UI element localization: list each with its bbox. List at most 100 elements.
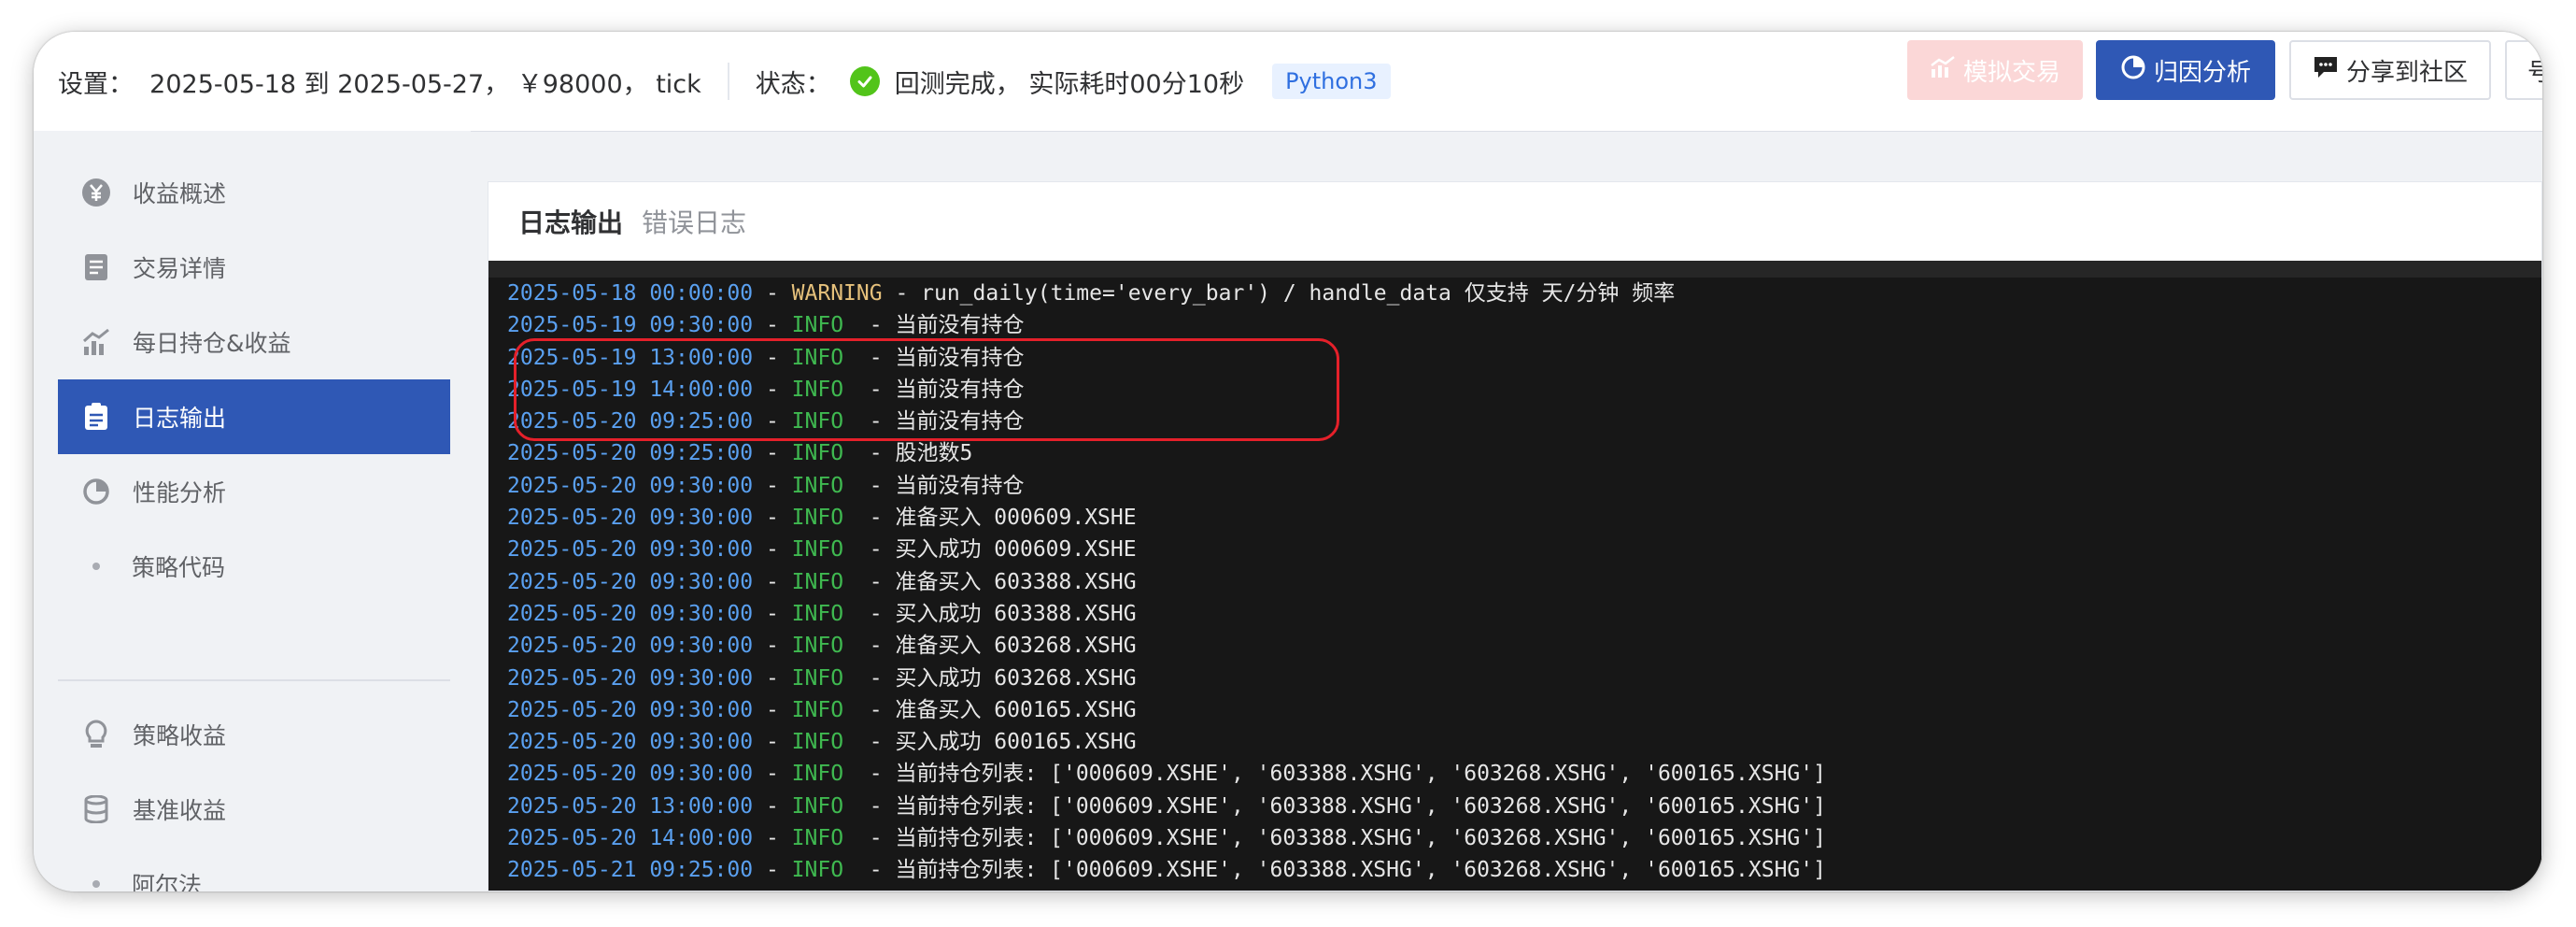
sidebar-item-daily-positions[interactable]: 每日持仓&收益 [58, 305, 450, 379]
status-label: 状态： [755, 69, 831, 99]
attribution-analysis-label: 归因分析 [2153, 58, 2251, 87]
log-timestamp: 2025-05-20 13:00:00 [507, 793, 754, 819]
log-timestamp: 2025-05-20 09:30:00 [507, 537, 754, 563]
log-separator: - [753, 313, 792, 338]
log-timestamp: 2025-05-20 09:30:00 [507, 665, 754, 691]
log-line: 2025-05-20 09:30:00 - INFO - 买入成功 000609… [507, 534, 2541, 565]
app-window: 设置： 2025-05-18 到 2025-05-27， ￥98000， tic… [34, 32, 2542, 891]
log-level: INFO [791, 345, 844, 370]
tab-log-output[interactable]: 日志输出 [518, 203, 623, 240]
log-message: 买入成功 000609.XSHE [895, 537, 1137, 563]
sidebar-item-label: 每日持仓&收益 [133, 330, 291, 357]
log-separator: - [843, 569, 896, 594]
sidebar-item-label: 策略代码 [132, 554, 226, 581]
log-separator: - [843, 697, 896, 722]
log-separator: - [843, 345, 896, 370]
log-line: 2025-05-20 09:30:00 - INFO - 准备买入 600165… [507, 694, 2541, 726]
log-message: 当前持仓列表: ['000609.XSHE', '603388.XSHG', '… [895, 826, 1826, 851]
log-separator: - [753, 730, 792, 755]
log-separator: - [753, 441, 792, 466]
log-line: 2025-05-20 09:25:00 - INFO - 股池数5 [507, 437, 2541, 469]
log-level: INFO [791, 762, 844, 787]
sidebar-item-trade-details[interactable]: 交易详情 [58, 230, 450, 305]
simulate-trading-label: 模拟交易 [1962, 58, 2060, 87]
sidebar-item-strategy-return[interactable]: 策略收益 [58, 697, 450, 772]
log-timestamp: 2025-05-20 09:30:00 [507, 634, 754, 659]
log-line: 2025-05-20 13:00:00 - INFO - 当前持仓列表: ['0… [507, 791, 2541, 822]
sidebar-item-strategy-code[interactable]: 策略代码 [58, 529, 450, 604]
log-message: run_daily(time='every_bar') / handle_dat… [921, 281, 1676, 306]
log-level: INFO [791, 537, 844, 563]
yen-circle-icon [80, 177, 112, 208]
log-level: INFO [791, 601, 844, 626]
log-line: 2025-05-19 09:30:00 - INFO - 当前没有持仓 [507, 309, 2541, 341]
log-line: 2025-05-18 00:00:00 - WARNING - run_dail… [507, 278, 2541, 309]
log-level: INFO [791, 793, 844, 819]
log-separator: - [753, 281, 792, 306]
more-button[interactable]: 号 [2505, 40, 2542, 100]
log-separator: - [753, 345, 792, 370]
sidebar-item-label: 性能分析 [133, 479, 227, 506]
log-timestamp: 2025-05-20 09:30:00 [507, 473, 754, 498]
log-timestamp: 2025-05-21 09:25:00 [507, 858, 754, 883]
sidebar-item-alpha[interactable]: 阿尔法 [58, 847, 450, 891]
log-line: 2025-05-20 09:25:00 - INFO - 当前没有持仓 [507, 406, 2541, 437]
sidebar-item-label: 基准收益 [133, 797, 227, 824]
sidebar-item-log-output[interactable]: 日志输出 [58, 379, 450, 454]
language-badge: Python3 [1272, 64, 1391, 99]
sidebar-item-performance-analysis[interactable]: 性能分析 [58, 454, 450, 529]
log-level: INFO [791, 441, 844, 466]
check-circle-icon [849, 66, 880, 96]
log-line: 2025-05-20 09:30:00 - INFO - 准备买入 000609… [507, 502, 2541, 534]
log-timestamp: 2025-05-19 14:00:00 [507, 377, 754, 402]
log-separator: - [843, 762, 896, 787]
log-level: INFO [791, 473, 844, 498]
log-panel: 日志输出 错误日志 2025-05-18 00:00:00 - WARNING … [488, 181, 2542, 891]
log-separator: - [753, 377, 792, 402]
log-separator: - [753, 601, 792, 626]
log-separator: - [753, 826, 792, 851]
attribution-analysis-button[interactable]: 归因分析 [2096, 40, 2275, 100]
log-level: INFO [791, 313, 844, 338]
sidebar-item-benchmark-return[interactable]: 基准收益 [58, 772, 450, 847]
sidebar-item-return-overview[interactable]: 收益概述 [58, 155, 450, 230]
log-separator: - [753, 793, 792, 819]
log-level: INFO [791, 634, 844, 659]
log-level: INFO [791, 409, 844, 435]
dot-icon [92, 563, 100, 570]
dot-icon [92, 880, 100, 888]
trend-chart-icon [1930, 55, 1956, 85]
log-separator: - [843, 793, 896, 819]
log-timestamp: 2025-05-20 09:30:00 [507, 601, 754, 626]
log-separator: - [843, 665, 896, 691]
tab-error-log[interactable]: 错误日志 [642, 203, 746, 240]
log-console[interactable]: 2025-05-18 00:00:00 - WARNING - run_dail… [488, 261, 2541, 891]
log-separator: - [843, 473, 896, 498]
clipboard-icon [80, 401, 112, 433]
log-separator: - [753, 697, 792, 722]
log-message: 买入成功 603268.XSHG [895, 665, 1137, 691]
log-timestamp: 2025-05-20 14:00:00 [507, 826, 754, 851]
log-timestamp: 2025-05-20 09:25:00 [507, 409, 754, 435]
simulate-trading-button[interactable]: 模拟交易 [1907, 40, 2083, 100]
log-message: 准备买入 000609.XSHE [895, 506, 1137, 531]
log-level: INFO [791, 697, 844, 722]
lightbulb-icon [80, 719, 112, 750]
log-message: 当前没有持仓 [895, 345, 1025, 370]
log-timestamp: 2025-05-18 00:00:00 [507, 281, 754, 306]
sidebar-item-label: 日志输出 [133, 405, 227, 432]
log-timestamp: 2025-05-20 09:30:00 [507, 730, 754, 755]
log-timestamp: 2025-05-19 13:00:00 [507, 345, 754, 370]
top-bar: 设置： 2025-05-18 到 2025-05-27， ￥98000， tic… [34, 32, 2542, 132]
share-to-community-button[interactable]: 分享到社区 [2289, 40, 2491, 100]
log-level: INFO [791, 569, 844, 594]
log-line: 2025-05-20 09:30:00 - INFO - 买入成功 603388… [507, 598, 2541, 630]
log-separator: - [843, 506, 896, 531]
log-tabs: 日志输出 错误日志 [488, 182, 2541, 261]
log-level: INFO [791, 665, 844, 691]
log-separator: - [843, 826, 896, 851]
log-line: 2025-05-20 09:30:00 - INFO - 准备买入 603388… [507, 566, 2541, 598]
sidebar-item-label: 阿尔法 [132, 872, 203, 891]
log-message: 当前没有持仓 [895, 377, 1025, 402]
log-line: 2025-05-20 09:30:00 - INFO - 买入成功 603268… [507, 663, 2541, 694]
